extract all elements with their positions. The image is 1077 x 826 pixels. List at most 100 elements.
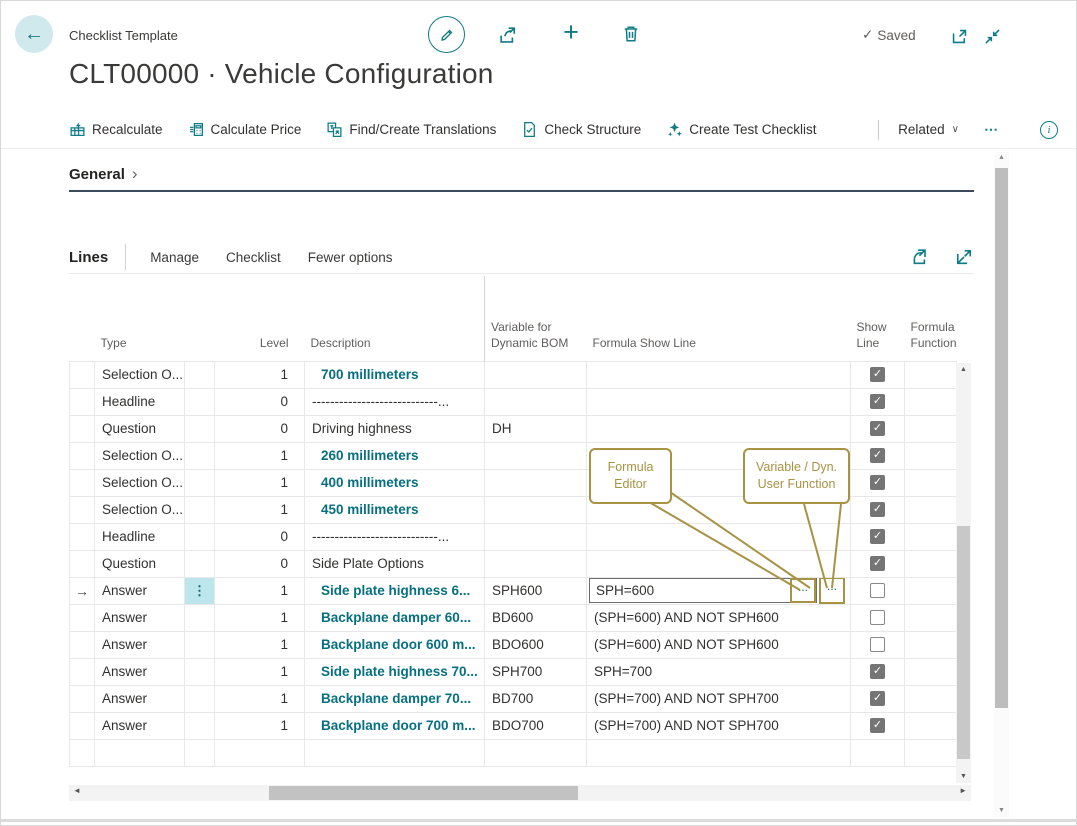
popout-button[interactable] [948, 25, 970, 47]
variable-cell[interactable] [485, 496, 587, 523]
description-cell[interactable]: Side plate highness 70... [305, 658, 485, 685]
scroll-up-icon[interactable]: ▲ [956, 366, 971, 373]
formula-function-cell[interactable] [905, 388, 957, 415]
table-row[interactable]: Answer1Backplane door 600 m...BDO600(SPH… [70, 631, 957, 658]
row-selector-cell[interactable] [70, 685, 95, 712]
column-header-level[interactable]: Level [215, 276, 305, 361]
calculate-price-button[interactable]: Calculate Price [188, 121, 302, 138]
create-test-checklist-button[interactable]: Create Test Checklist [666, 121, 816, 138]
row-selector-cell[interactable] [70, 361, 95, 388]
variable-cell[interactable]: DH [485, 415, 587, 442]
variable-cell[interactable]: BDO700 [485, 712, 587, 739]
show-line-checkbox[interactable]: ✓ [870, 718, 885, 733]
level-cell[interactable]: 0 [215, 550, 305, 577]
show-line-checkbox[interactable]: ✓ [870, 394, 885, 409]
level-cell[interactable]: 1 [215, 469, 305, 496]
description-link[interactable]: 700 millimeters [321, 367, 419, 382]
type-cell[interactable]: Question [95, 415, 185, 442]
description-cell[interactable]: 260 millimeters [305, 442, 485, 469]
variable-cell[interactable] [485, 469, 587, 496]
description-link[interactable]: Side plate highness 6... [321, 583, 470, 598]
table-row[interactable]: Question0Driving highnessDH✓ [70, 415, 957, 442]
table-row[interactable]: Selection O...1700 millimeters✓ [70, 361, 957, 388]
type-cell[interactable]: Headline [95, 523, 185, 550]
formula-function-cell[interactable] [905, 685, 957, 712]
level-cell[interactable]: 0 [215, 388, 305, 415]
show-line-checkbox[interactable]: ✓ [870, 556, 885, 571]
formula-function-cell[interactable] [905, 739, 957, 766]
general-section-header[interactable]: General › [69, 159, 974, 192]
description-link[interactable]: Backplane damper 60... [321, 610, 471, 625]
description-link[interactable]: Backplane door 600 m... [321, 637, 476, 652]
edit-button[interactable] [428, 16, 465, 53]
variable-cell[interactable]: BD700 [485, 685, 587, 712]
page-scrollbar-thumb[interactable] [995, 168, 1008, 708]
show-line-checkbox[interactable]: ✓ [870, 502, 885, 517]
level-cell[interactable]: 1 [215, 712, 305, 739]
description-cell[interactable]: 700 millimeters [305, 361, 485, 388]
table-row[interactable]: Headline0----------------------------...… [70, 523, 957, 550]
row-selector-cell[interactable] [70, 523, 95, 550]
level-cell[interactable] [215, 739, 305, 766]
row-selector-cell[interactable] [70, 739, 95, 766]
page-scroll-up-icon[interactable]: ▲ [994, 154, 1009, 161]
variable-cell[interactable]: BDO600 [485, 631, 587, 658]
description-cell[interactable]: Backplane door 700 m... [305, 712, 485, 739]
description-link[interactable]: Side plate highness 70... [321, 664, 478, 679]
related-menu-button[interactable]: Related ∨ [878, 120, 959, 140]
table-vertical-scrollbar[interactable]: ▲ ▼ [956, 363, 971, 783]
description-link[interactable]: Backplane door 700 m... [321, 718, 476, 733]
formula-function-cell[interactable] [905, 361, 957, 388]
description-cell[interactable]: Side plate highness 6... [305, 577, 485, 604]
level-cell[interactable]: 1 [215, 361, 305, 388]
show-line-checkbox[interactable] [870, 610, 885, 625]
description-link[interactable]: 400 millimeters [321, 475, 419, 490]
scroll-right-icon[interactable]: ► [959, 786, 967, 795]
scroll-down-icon[interactable]: ▼ [956, 773, 971, 780]
type-cell[interactable]: Answer [95, 604, 185, 631]
variable-cell[interactable]: BD600 [485, 604, 587, 631]
formula-function-cell[interactable] [905, 550, 957, 577]
show-line-checkbox[interactable]: ✓ [870, 367, 885, 382]
formula-cell[interactable]: (SPH=600) AND NOT SPH600 [587, 631, 851, 658]
description-cell[interactable]: ----------------------------... [305, 388, 485, 415]
row-menu-button[interactable]: ⋮ [185, 578, 214, 604]
description-cell[interactable]: Backplane damper 70... [305, 685, 485, 712]
column-header-variable[interactable]: Variable for Dynamic BOM [485, 276, 587, 361]
formula-cell[interactable] [587, 739, 851, 766]
row-selector-cell[interactable]: → [70, 577, 95, 604]
formula-function-cell[interactable] [905, 442, 957, 469]
level-cell[interactable]: 1 [215, 604, 305, 631]
table-row[interactable]: Answer1Backplane damper 70...BD700(SPH=7… [70, 685, 957, 712]
level-cell[interactable]: 1 [215, 658, 305, 685]
column-header-type[interactable]: Type [95, 276, 185, 361]
formula-cell[interactable]: SPH=600...... [587, 577, 851, 604]
row-selector-cell[interactable] [70, 388, 95, 415]
level-cell[interactable]: 1 [215, 442, 305, 469]
table-horizontal-scrollbar-thumb[interactable] [269, 786, 578, 800]
description-cell[interactable]: 450 millimeters [305, 496, 485, 523]
tab-checklist[interactable]: Checklist [226, 250, 281, 265]
row-selector-cell[interactable] [70, 712, 95, 739]
column-header-description[interactable]: Description [305, 276, 485, 361]
variable-dyn-user-function-button[interactable]: ... [819, 577, 845, 604]
formula-function-cell[interactable] [905, 631, 957, 658]
lines-expand-icon[interactable] [954, 247, 974, 267]
recalculate-button[interactable]: Recalculate [69, 121, 163, 138]
table-row[interactable] [70, 739, 957, 766]
show-line-checkbox[interactable]: ✓ [870, 448, 885, 463]
collapse-button[interactable] [981, 25, 1003, 47]
type-cell[interactable]: Selection O... [95, 496, 185, 523]
variable-cell[interactable] [485, 550, 587, 577]
type-cell[interactable]: Answer [95, 577, 185, 604]
page-scroll-down-icon[interactable]: ▼ [994, 807, 1009, 814]
formula-cell[interactable] [587, 361, 851, 388]
description-link[interactable]: 260 millimeters [321, 448, 419, 463]
level-cell[interactable]: 0 [215, 415, 305, 442]
column-header-formula-function[interactable]: Formula Function [905, 276, 957, 361]
share-button[interactable] [497, 24, 519, 46]
table-row[interactable]: Headline0----------------------------...… [70, 388, 957, 415]
description-cell[interactable]: Side Plate Options [305, 550, 485, 577]
row-selector-cell[interactable] [70, 469, 95, 496]
table-vertical-scrollbar-thumb[interactable] [957, 526, 970, 759]
